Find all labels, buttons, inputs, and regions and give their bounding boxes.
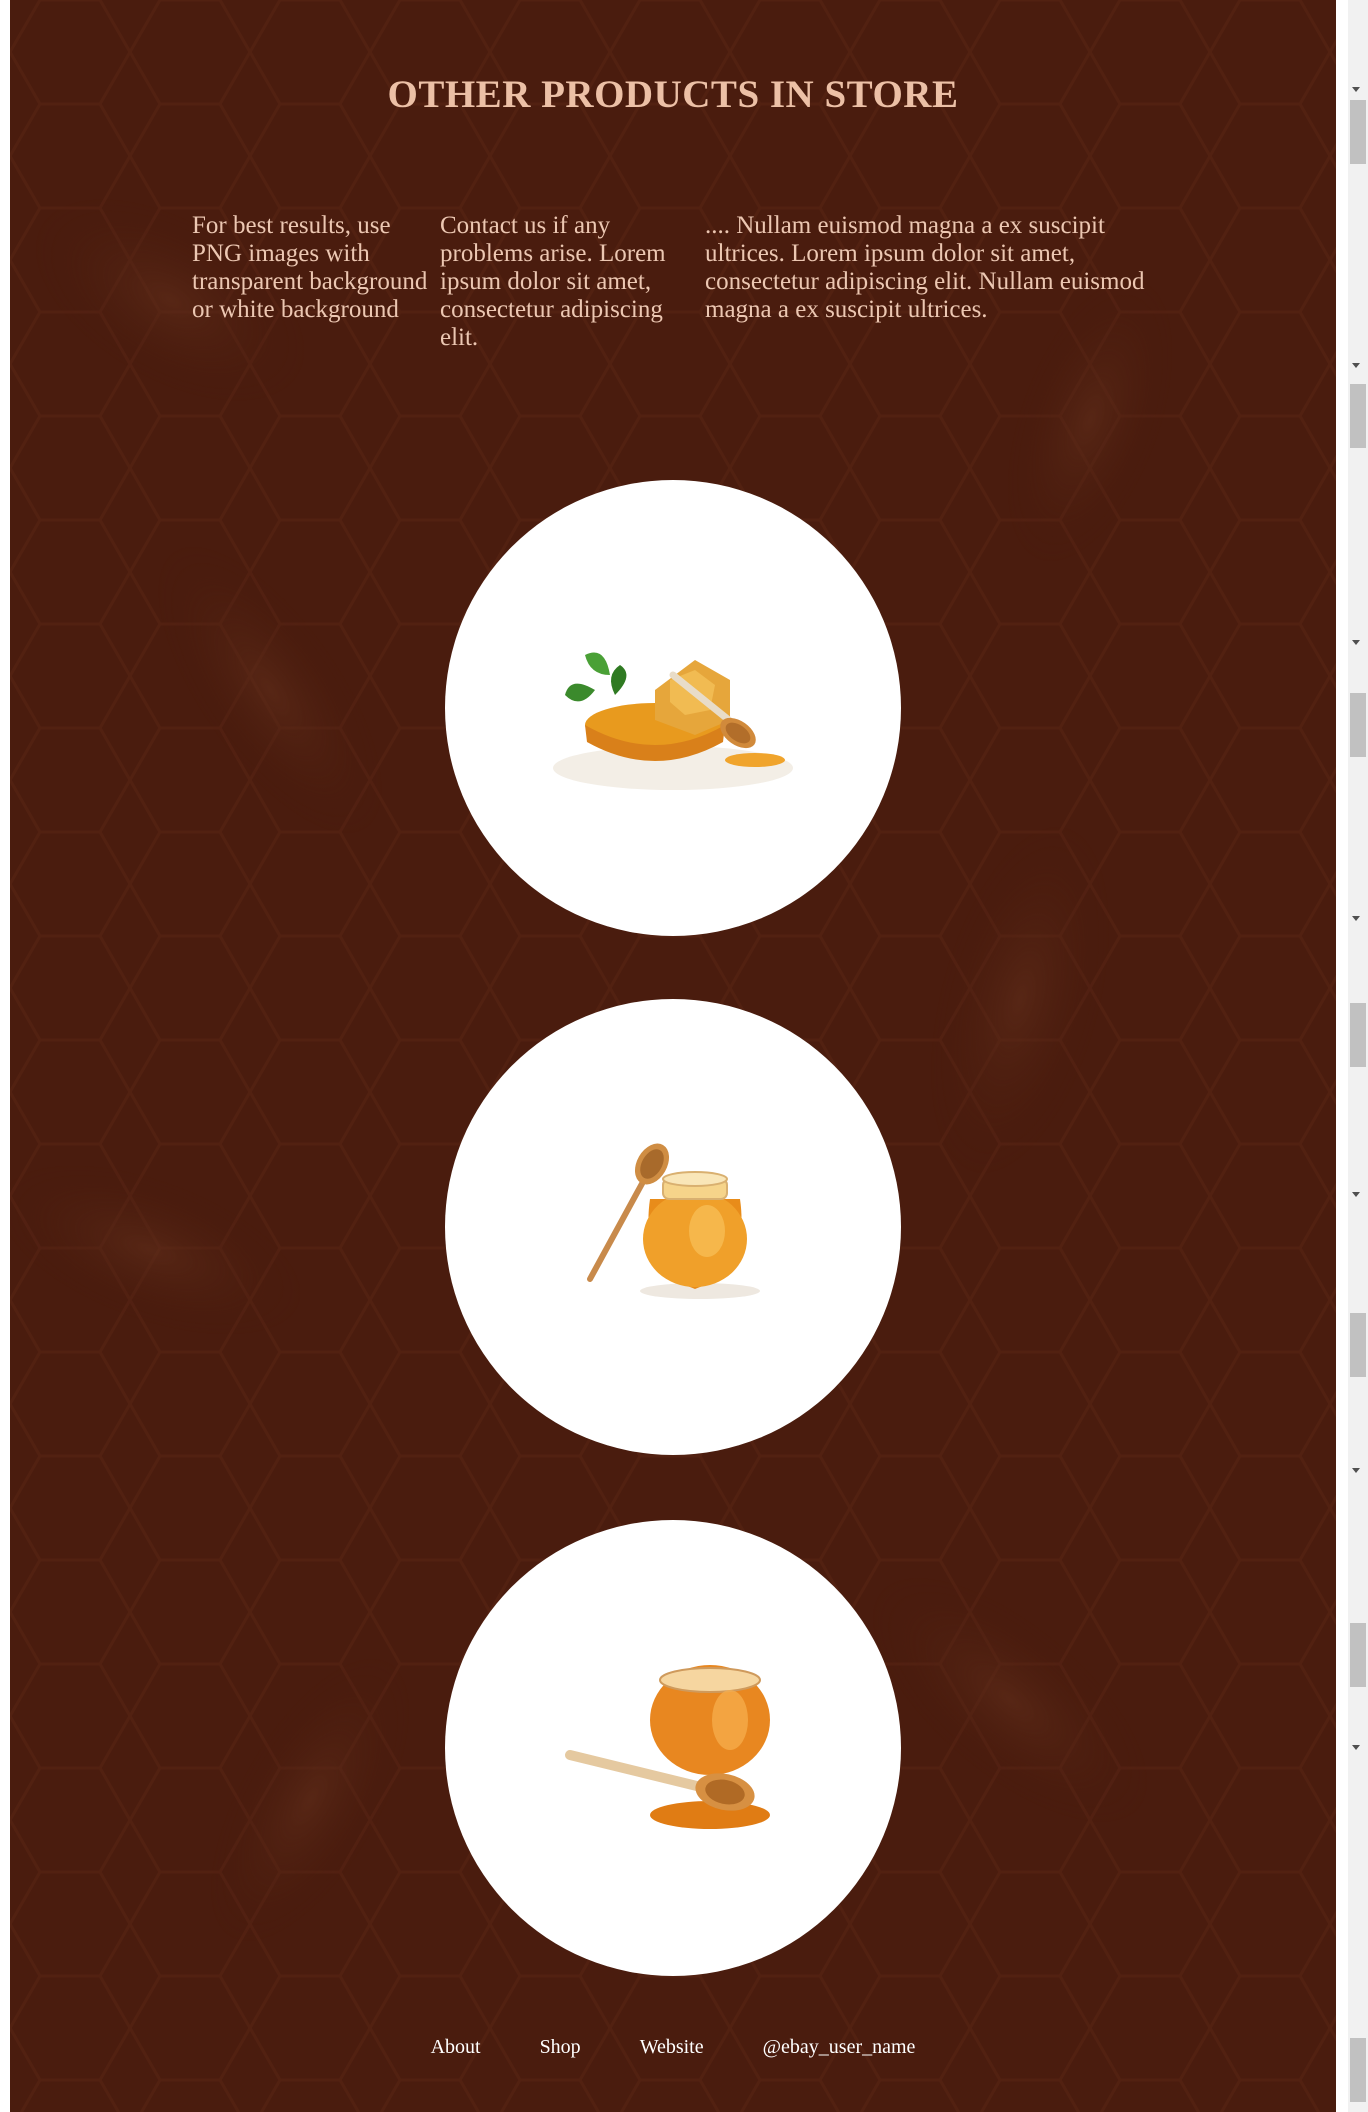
section-heading: OTHER PRODUCTS IN STORE (387, 73, 959, 116)
info-column-1: For best results, use PNG images with tr… (192, 212, 428, 323)
store-panel: OTHER PRODUCTS IN STORE For best results… (10, 0, 1336, 2112)
product-image-3[interactable] (445, 1520, 901, 1976)
info-column-3: .... Nullam euismod magna a ex suscipit … (705, 212, 1145, 323)
info-column-2: Contact us if any problems arise. Lorem … (440, 212, 666, 351)
scrollbar-thumb[interactable] (1350, 693, 1366, 757)
footer-link-about[interactable]: About (431, 2036, 481, 2058)
scroll-down-arrow-icon[interactable] (1352, 916, 1360, 921)
scroll-down-arrow-icon[interactable] (1352, 1468, 1360, 1473)
scrollbar-thumb[interactable] (1350, 384, 1366, 448)
honey-pot-with-dipper-in-puddle-image (565, 1665, 770, 1829)
scrollbar-thumb[interactable] (1350, 100, 1366, 164)
footer-link-website[interactable]: Website (640, 2036, 704, 2058)
scroll-down-arrow-icon[interactable] (1352, 1745, 1360, 1750)
footer-link-shop[interactable]: Shop (540, 2036, 581, 2058)
product-image-1[interactable] (445, 480, 901, 936)
footer-link-ebay-handle[interactable]: @ebay_user_name (763, 2036, 916, 2058)
honey-jar-with-wooden-dipper-image (587, 1143, 760, 1299)
scrollbar-thumb[interactable] (1350, 1623, 1366, 1687)
product-image-2[interactable] (445, 999, 901, 1455)
honeycomb-with-dipper-and-mint-image (553, 652, 793, 790)
page: OTHER PRODUCTS IN STORE For best results… (0, 0, 1368, 2112)
scrollbar-thumb[interactable] (1350, 2038, 1366, 2102)
scrollbar-thumb[interactable] (1350, 1313, 1366, 1377)
footer-links: About Shop Website @ebay_user_name (10, 2036, 1336, 2059)
scroll-down-arrow-icon[interactable] (1352, 363, 1360, 368)
scroll-down-arrow-icon[interactable] (1352, 1192, 1360, 1197)
scroll-down-arrow-icon[interactable] (1352, 87, 1360, 92)
scrollbar-thumb[interactable] (1350, 1003, 1366, 1067)
scroll-down-arrow-icon[interactable] (1352, 640, 1360, 645)
